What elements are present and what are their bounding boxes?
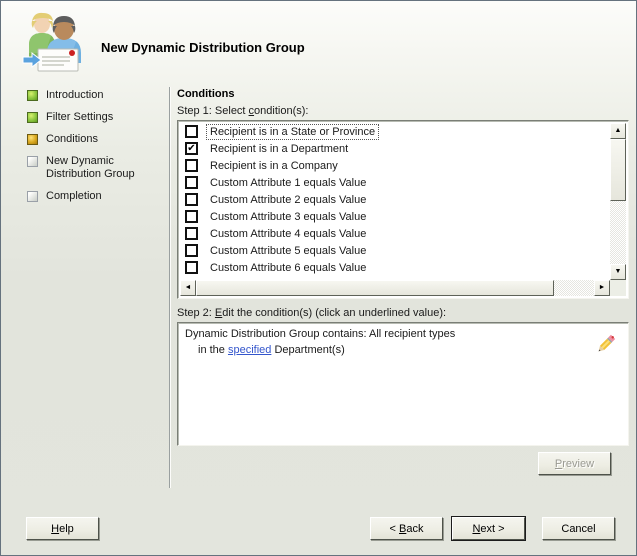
step-status-icon (27, 191, 38, 202)
condition-row[interactable]: Recipient is in a State or Province (180, 123, 610, 140)
conditions-list: Recipient is in a State or Province ✔ Re… (180, 123, 610, 280)
condition-checkbox[interactable] (185, 176, 198, 189)
condition-row[interactable]: Custom Attribute 2 equals Value (180, 191, 610, 208)
scroll-left-icon: ◄ (181, 281, 195, 295)
wizard-steps-sidebar: Introduction Filter Settings Conditions … (27, 89, 163, 212)
step1-label: Step 1: Select condition(s): (177, 105, 308, 117)
sidebar-step-filter-settings: Filter Settings (27, 111, 163, 124)
condition-label[interactable]: Custom Attribute 6 equals Value (206, 260, 370, 276)
condition-row[interactable]: Custom Attribute 3 equals Value (180, 208, 610, 225)
cancel-button[interactable]: Cancel (542, 517, 615, 540)
condition-row[interactable]: Custom Attribute 1 equals Value (180, 174, 610, 191)
vertical-scrollbar[interactable]: ▲ ▼ (610, 123, 626, 280)
scroll-left-button[interactable]: ◄ (180, 280, 196, 296)
scroll-right-icon: ► (595, 281, 609, 295)
line2-post: Department(s) (271, 344, 344, 356)
wizard-dialog: New Dynamic Distribution Group Introduct… (0, 0, 637, 556)
step-label: Completion (46, 190, 102, 203)
step-status-icon (27, 134, 38, 145)
page-title: New Dynamic Distribution Group (101, 40, 305, 55)
step2-label-post: dit the condition(s) (click an underline… (222, 307, 446, 319)
condition-checkbox[interactable] (185, 227, 198, 240)
condition-label[interactable]: Custom Attribute 4 equals Value (206, 226, 370, 242)
condition-label[interactable]: Custom Attribute 2 equals Value (206, 192, 370, 208)
condition-checkbox[interactable] (185, 193, 198, 206)
sidebar-step-completion: Completion (27, 190, 163, 203)
condition-checkbox[interactable] (185, 125, 198, 138)
condition-summary-line1: Dynamic Distribution Group contains: All… (185, 328, 455, 340)
condition-row[interactable]: Custom Attribute 6 equals Value (180, 259, 610, 276)
specified-link[interactable]: specified (228, 344, 271, 356)
condition-label[interactable]: Recipient is in a Department (206, 141, 352, 157)
help-mnemonic: H (51, 523, 59, 535)
scroll-right-button[interactable]: ► (594, 280, 610, 296)
step-label: Filter Settings (46, 111, 113, 124)
edit-pencil-icon (596, 333, 616, 355)
conditions-listbox[interactable]: Recipient is in a State or Province ✔ Re… (177, 120, 629, 299)
step-label: Introduction (46, 89, 103, 102)
line2-pre: in the (198, 344, 228, 356)
condition-row[interactable]: Custom Attribute 5 equals Value (180, 242, 610, 259)
condition-row[interactable]: Custom Attribute 4 equals Value (180, 225, 610, 242)
section-heading: Conditions (177, 88, 234, 100)
step-label: New Dynamic Distribution Group (46, 155, 163, 181)
horizontal-scrollbar[interactable]: ◄ ► (180, 280, 610, 296)
scroll-down-icon: ▼ (611, 265, 625, 279)
condition-label[interactable]: Recipient is in a State or Province (206, 124, 379, 140)
horizontal-scrollbar-thumb[interactable] (196, 280, 554, 296)
step1-label-pre: Step 1: Select (177, 105, 249, 117)
cancel-label: Cancel (561, 523, 595, 535)
preview-button[interactable]: Preview (538, 452, 611, 475)
next-button[interactable]: Next > (452, 517, 525, 540)
condition-row[interactable]: Recipient is in a Company (180, 157, 610, 174)
sidebar-step-introduction: Introduction (27, 89, 163, 102)
condition-checkbox[interactable]: ✔ (185, 142, 198, 155)
condition-label[interactable]: Custom Attribute 1 equals Value (206, 175, 370, 191)
step-status-icon (27, 156, 38, 167)
condition-checkbox[interactable] (185, 261, 198, 274)
scroll-down-button[interactable]: ▼ (610, 264, 626, 280)
back-pre: < (390, 523, 399, 535)
condition-checkbox[interactable] (185, 159, 198, 172)
step-label: Conditions (46, 133, 98, 146)
step2-label: Step 2: Edit the condition(s) (click an … (177, 307, 446, 319)
condition-edit-box: Dynamic Distribution Group contains: All… (177, 322, 629, 446)
sidebar-step-new-dynamic-distribution-group: New Dynamic Distribution Group (27, 155, 163, 181)
condition-checkbox[interactable] (185, 210, 198, 223)
scrollbar-corner (610, 280, 626, 296)
step-status-icon (27, 112, 38, 123)
condition-summary-line2: in the specified Department(s) (198, 344, 345, 356)
vertical-scrollbar-thumb[interactable] (610, 139, 626, 201)
step-status-icon (27, 90, 38, 101)
back-rest: ack (406, 523, 423, 535)
scroll-up-icon: ▲ (611, 124, 625, 138)
scroll-up-button[interactable]: ▲ (610, 123, 626, 139)
help-rest: elp (59, 523, 74, 535)
back-button[interactable]: < Back (370, 517, 443, 540)
condition-checkbox[interactable] (185, 244, 198, 257)
condition-label[interactable]: Custom Attribute 5 equals Value (206, 243, 370, 259)
help-button[interactable]: Help (26, 517, 99, 540)
vertical-divider (169, 87, 171, 488)
sidebar-step-conditions: Conditions (27, 133, 163, 146)
condition-row[interactable]: ✔ Recipient is in a Department (180, 140, 610, 157)
preview-rest: review (562, 458, 594, 470)
condition-label[interactable]: Recipient is in a Company (206, 158, 342, 174)
condition-label[interactable]: Custom Attribute 3 equals Value (206, 209, 370, 225)
step1-label-post: ondition(s): (254, 105, 308, 117)
next-rest: ext > (480, 523, 504, 535)
step2-label-pre: Step 2: (177, 307, 215, 319)
distribution-group-icon (21, 7, 89, 73)
